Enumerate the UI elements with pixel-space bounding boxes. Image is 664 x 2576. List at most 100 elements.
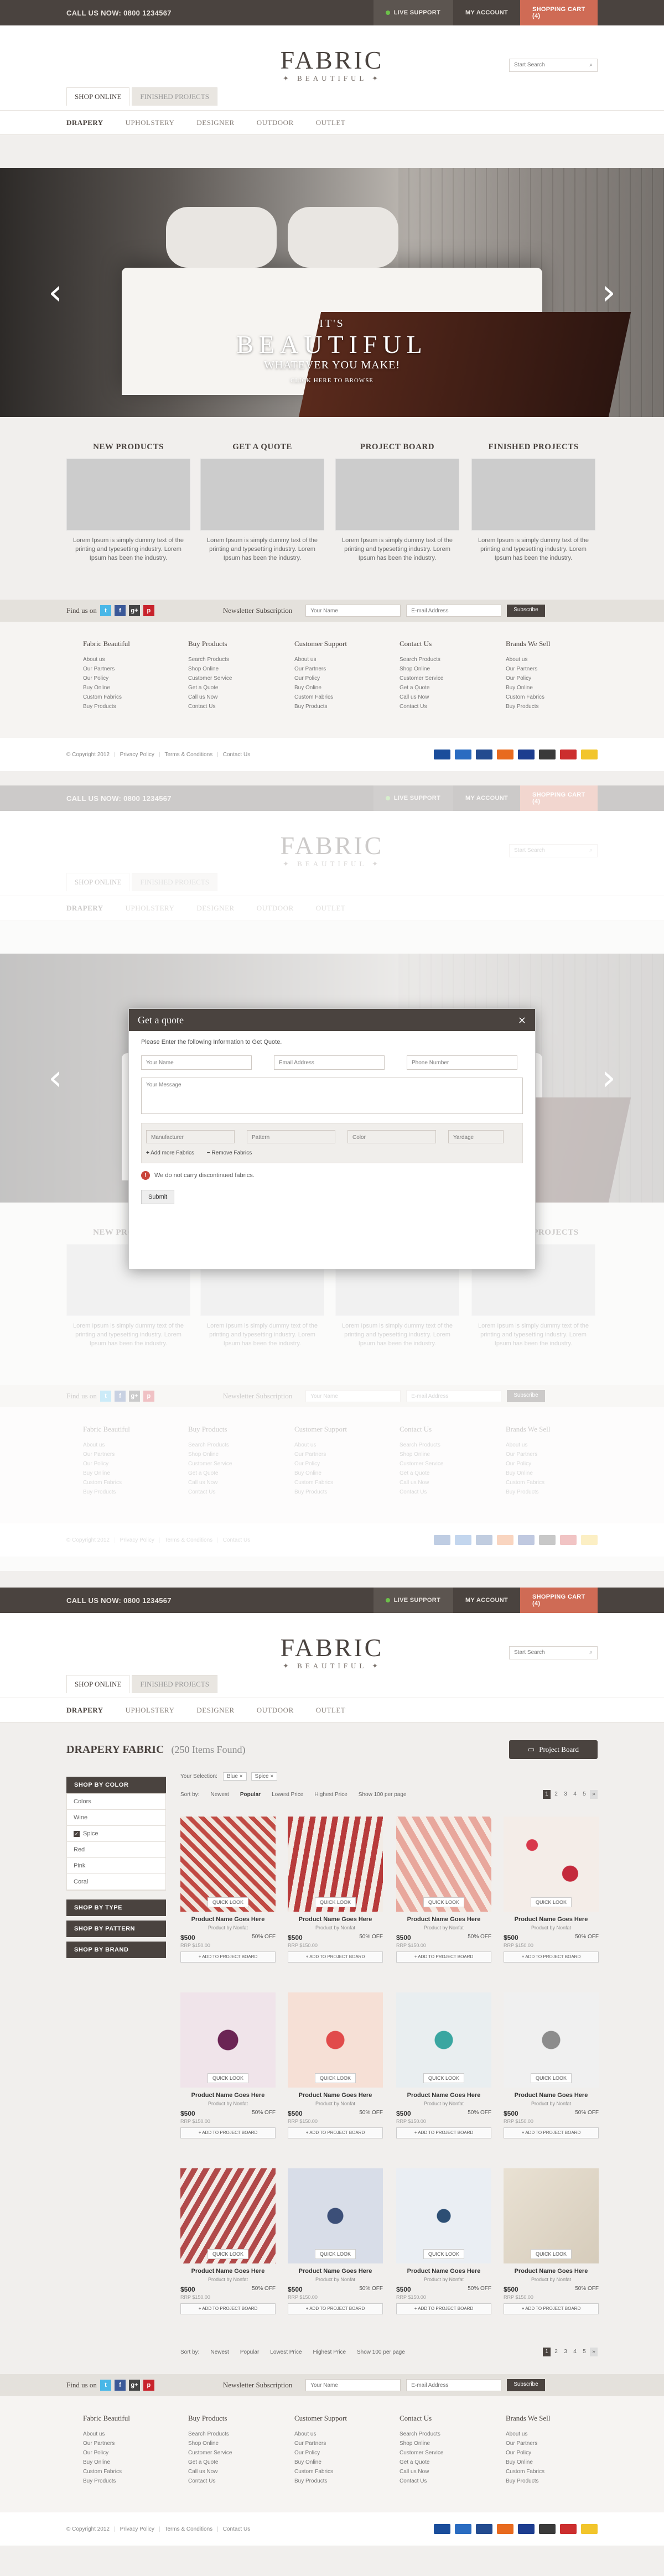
shop-by-color-toggle[interactable]: SHOP BY COLOR xyxy=(66,1777,166,1793)
my-account-button[interactable]: MY ACCOUNT xyxy=(453,1588,520,1613)
footer-link[interactable]: Get a Quote xyxy=(400,2458,488,2467)
footer-link[interactable]: Our Partners xyxy=(506,664,594,674)
quick-look-button[interactable]: QUICK LOOK xyxy=(207,2249,249,2259)
quick-look-button[interactable]: QUICK LOOK xyxy=(423,2249,465,2259)
footer-link[interactable]: Our Policy xyxy=(294,2448,383,2458)
hero-next-arrow-icon[interactable]: › xyxy=(598,273,620,312)
add-to-board-button[interactable]: + ADD TO PROJECT BOARD xyxy=(180,1951,276,1963)
footer-link[interactable]: Call us Now xyxy=(400,2467,488,2476)
checkbox-checked-icon[interactable]: ✓ xyxy=(74,1830,80,1837)
nav-designer[interactable]: DESIGNER xyxy=(196,1706,234,1715)
product-image[interactable]: QUICK LOOK xyxy=(180,2168,276,2263)
product-name[interactable]: Product Name Goes Here xyxy=(180,1916,276,1923)
footer-link[interactable]: Call us Now xyxy=(400,693,488,702)
hero-banner[interactable]: ‹ › IT'S BEAUTIFUL WHATEVER YOU MAKE! CL… xyxy=(0,168,664,417)
contact-link[interactable]: Contact Us xyxy=(223,752,250,758)
pinterest-icon[interactable]: p xyxy=(143,605,154,616)
footer-link[interactable]: Customer Service xyxy=(400,674,488,683)
footer-link[interactable]: Our Partners xyxy=(294,2439,383,2448)
product-card[interactable]: QUICK LOOK Product Name Goes Here Product … xyxy=(180,2168,276,2314)
footer-link[interactable]: Buy Products xyxy=(83,2476,172,2486)
nav-outdoor[interactable]: OUTDOOR xyxy=(257,118,294,127)
product-image[interactable]: QUICK LOOK xyxy=(288,2168,383,2263)
sort-highest[interactable]: Highest Price xyxy=(313,2349,346,2355)
footer-link[interactable]: Buy Products xyxy=(83,702,172,711)
product-name[interactable]: Product Name Goes Here xyxy=(504,1916,599,1923)
footer-link[interactable]: Shop Online xyxy=(400,664,488,674)
nav-outlet[interactable]: OUTLET xyxy=(316,118,346,127)
footer-link[interactable]: Contact Us xyxy=(188,702,277,711)
close-icon[interactable]: × xyxy=(518,1014,526,1026)
remove-fabric-button[interactable]: − Remove Fabrics xyxy=(207,1150,252,1156)
add-to-board-button[interactable]: + ADD TO PROJECT BOARD xyxy=(180,2303,276,2314)
footer-link[interactable]: Contact Us xyxy=(400,702,488,711)
next-page-icon[interactable]: » xyxy=(590,1790,598,1799)
page-link[interactable]: 4 xyxy=(571,2348,579,2356)
footer-link[interactable]: Our Policy xyxy=(83,674,172,683)
sort-newest[interactable]: Newest xyxy=(210,1792,229,1798)
nav-upholstery[interactable]: UPHOLSTERY xyxy=(126,118,175,127)
page-link[interactable]: 2 xyxy=(552,1790,560,1799)
quick-look-button[interactable]: QUICK LOOK xyxy=(423,2073,465,2083)
sort-lowest[interactable]: Lowest Price xyxy=(272,1792,303,1798)
product-card[interactable]: QUICK LOOK Product Name Goes Here Product … xyxy=(396,1817,491,1963)
footer-link[interactable]: About us xyxy=(506,2429,594,2439)
page-link[interactable]: 2 xyxy=(552,2348,560,2356)
footer-link[interactable]: Contact Us xyxy=(188,2476,277,2486)
newsletter-name-input[interactable]: Your Name xyxy=(305,2379,401,2391)
quick-look-button[interactable]: QUICK LOOK xyxy=(207,1897,249,1907)
manufacturer-input[interactable]: Manufacturer xyxy=(146,1130,235,1143)
footer-link[interactable]: Our Partners xyxy=(506,2439,594,2448)
facebook-icon[interactable]: f xyxy=(114,2380,126,2391)
my-account-button[interactable]: MY ACCOUNT xyxy=(453,0,520,25)
footer-link[interactable]: Buy Online xyxy=(83,2458,172,2467)
shop-by-pattern-toggle[interactable]: SHOP BY PATTERN xyxy=(66,1921,166,1937)
quote-name-input[interactable]: Your Name xyxy=(141,1055,252,1070)
footer-link[interactable]: Shop Online xyxy=(400,2439,488,2448)
color-option[interactable]: Wine xyxy=(67,1810,165,1826)
search-input[interactable]: Start Search ⌕ xyxy=(509,59,598,72)
shopping-cart-button[interactable]: SHOPPING CART (4) xyxy=(520,0,598,25)
add-to-board-button[interactable]: + ADD TO PROJECT BOARD xyxy=(288,2303,383,2314)
footer-link[interactable]: Buy Products xyxy=(506,702,594,711)
subscribe-button[interactable]: Subscribe xyxy=(507,605,545,617)
quote-phone-input[interactable]: Phone Number xyxy=(407,1055,517,1070)
footer-link[interactable]: About us xyxy=(294,2429,383,2439)
footer-link[interactable]: Customer Service xyxy=(400,2448,488,2458)
product-card[interactable]: QUICK LOOK Product Name Goes Here Product … xyxy=(504,2168,599,2314)
pinterest-icon[interactable]: p xyxy=(143,2380,154,2391)
footer-link[interactable]: Our Policy xyxy=(506,674,594,683)
hero-prev-arrow-icon[interactable]: ‹ xyxy=(44,273,66,312)
product-card[interactable]: QUICK LOOK Product Name Goes Here Product … xyxy=(180,1817,276,1963)
footer-link[interactable]: Custom Fabrics xyxy=(83,2467,172,2476)
add-fabric-button[interactable]: + Add more Fabrics xyxy=(146,1150,194,1156)
color-option[interactable]: Pink xyxy=(67,1858,165,1874)
page-link[interactable]: 3 xyxy=(562,2348,569,2356)
product-image[interactable]: QUICK LOOK xyxy=(180,1817,276,1912)
footer-link[interactable]: Call us Now xyxy=(188,2467,277,2476)
add-to-board-button[interactable]: + ADD TO PROJECT BOARD xyxy=(180,2127,276,2138)
add-to-board-button[interactable]: + ADD TO PROJECT BOARD xyxy=(396,2303,491,2314)
page-link[interactable]: 1 xyxy=(543,2348,551,2356)
live-support-button[interactable]: LIVE SUPPORT xyxy=(373,0,453,25)
product-card[interactable]: QUICK LOOK Product Name Goes Here Product … xyxy=(180,1992,276,2138)
footer-link[interactable]: Buy Online xyxy=(83,683,172,693)
page-link[interactable]: 3 xyxy=(562,1790,569,1799)
quote-email-input[interactable]: Email Address xyxy=(274,1055,385,1070)
facebook-icon[interactable]: f xyxy=(114,605,126,616)
footer-link[interactable]: Our Partners xyxy=(83,664,172,674)
product-image[interactable]: QUICK LOOK xyxy=(504,2168,599,2263)
footer-link[interactable]: Buy Online xyxy=(506,683,594,693)
product-name[interactable]: Product Name Goes Here xyxy=(396,2092,491,2099)
footer-link[interactable]: Our Partners xyxy=(294,664,383,674)
nav-outdoor[interactable]: OUTDOOR xyxy=(257,1706,294,1715)
per-page-select[interactable]: Show 100 per page xyxy=(357,2349,405,2355)
footer-link[interactable]: Buy Products xyxy=(506,2476,594,2486)
product-name[interactable]: Product Name Goes Here xyxy=(288,2268,383,2275)
pattern-input[interactable]: Pattern xyxy=(247,1130,335,1143)
product-card[interactable]: QUICK LOOK Product Name Goes Here Product … xyxy=(504,1992,599,2138)
product-name[interactable]: Product Name Goes Here xyxy=(180,2268,276,2275)
search-icon[interactable]: ⌕ xyxy=(589,62,593,69)
footer-link[interactable]: Shop Online xyxy=(188,2439,277,2448)
product-card[interactable]: QUICK LOOK Product Name Goes Here Product … xyxy=(504,1817,599,1963)
